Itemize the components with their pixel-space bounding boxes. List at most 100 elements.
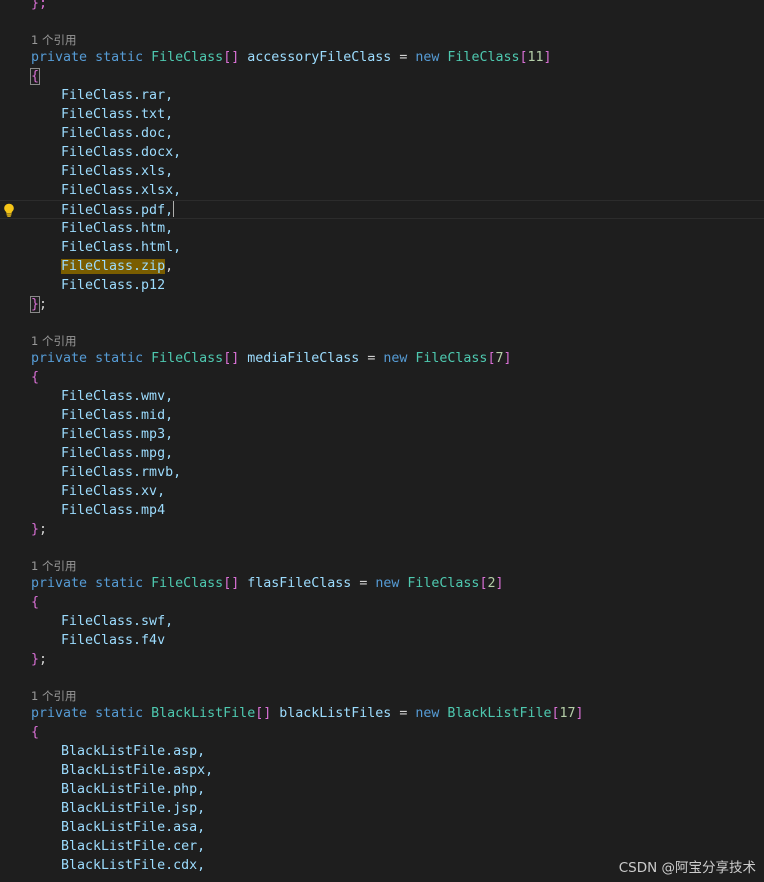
references-codelens[interactable]: 1 个引用 (31, 688, 76, 704)
enum-item: FileClass.f4v (61, 633, 166, 648)
references-codelens[interactable]: 1 个引用 (31, 32, 76, 48)
lightbulb-icon[interactable] (3, 203, 15, 217)
type-name: FileClass (151, 50, 224, 65)
open-brace: { (31, 725, 40, 740)
item-line[interactable]: BlackListFile.jsp, (0, 799, 764, 818)
open-brace-line[interactable]: { (0, 593, 764, 612)
item-line[interactable]: BlackListFile.cer, (0, 837, 764, 856)
enum-item: FileClass.p12 (61, 278, 166, 293)
close-brace: } (31, 522, 40, 537)
item-line[interactable]: BlackListFile.php, (0, 780, 764, 799)
item-line[interactable]: BlackListFile.aspx, (0, 761, 764, 780)
type-name: FileClass (447, 50, 520, 65)
item-line[interactable]: FileClass.p12 (0, 276, 764, 295)
comma: , (165, 259, 174, 274)
enum-item: FileClass.xv, (61, 484, 166, 499)
enum-item: FileClass.html, (61, 240, 182, 255)
enum-item: FileClass.doc, (61, 126, 174, 141)
item-line[interactable]: FileClass.f4v (0, 631, 764, 650)
item-line[interactable]: FileClass.swf, (0, 612, 764, 631)
close-brace-line[interactable]: }; (0, 295, 764, 314)
enum-item: BlackListFile.jsp, (61, 801, 206, 816)
type-name: FileClass (407, 576, 480, 591)
enum-item: FileClass.rar, (61, 88, 174, 103)
type-name: BlackListFile (151, 706, 256, 721)
open-brace: { (31, 370, 40, 385)
item-line[interactable]: FileClass.mp3, (0, 425, 764, 444)
references-codelens[interactable]: 1 个引用 (31, 558, 76, 574)
array-size: 17 (559, 706, 576, 721)
item-line[interactable]: FileClass.xls, (0, 162, 764, 181)
enum-item: FileClass.mid, (61, 408, 174, 423)
item-line[interactable]: BlackListFile.asp, (0, 742, 764, 761)
code-editor[interactable]: }; 1 个引用 private static FileClass[] acce… (0, 0, 764, 882)
open-brace-line[interactable]: { (0, 67, 764, 86)
find-match-highlight: FileClass.zip (61, 259, 166, 274)
enum-item: BlackListFile.cdx, (61, 858, 206, 873)
keyword-private: private (31, 351, 88, 366)
keyword-static: static (95, 576, 144, 591)
csdn-watermark: CSDN @阿宝分享技术 (618, 860, 756, 876)
field-name: mediaFileClass (247, 351, 360, 366)
enum-item: BlackListFile.cer, (61, 839, 206, 854)
keyword-new: new (415, 50, 440, 65)
keyword-new: new (383, 351, 408, 366)
enum-item: FileClass.mp3, (61, 427, 174, 442)
item-line[interactable]: FileClass.htm, (0, 219, 764, 238)
declaration-line[interactable]: private static FileClass[] accessoryFile… (0, 48, 764, 67)
close-brace: } (31, 652, 40, 667)
enum-item: FileClass.txt, (61, 107, 174, 122)
enum-item: FileClass.wmv, (61, 389, 174, 404)
array-size: 11 (527, 50, 544, 65)
item-line[interactable]: FileClass.xlsx, (0, 181, 764, 200)
keyword-new: new (375, 576, 400, 591)
item-line[interactable]: FileClass.mpg, (0, 444, 764, 463)
declaration-line[interactable]: private static FileClass[] flasFileClass… (0, 574, 764, 593)
text-cursor (173, 201, 175, 217)
current-line[interactable]: FileClass.pdf, (0, 200, 764, 219)
enum-item: FileClass.rmvb, (61, 465, 182, 480)
item-line[interactable]: BlackListFile.asa, (0, 818, 764, 837)
code-line[interactable]: }; (0, 0, 764, 13)
item-line[interactable]: FileClass.docx, (0, 143, 764, 162)
close-brace-line[interactable]: }; (0, 520, 764, 539)
references-codelens[interactable]: 1 个引用 (31, 333, 76, 349)
item-line[interactable]: FileClass.mp4 (0, 501, 764, 520)
keyword-static: static (95, 351, 144, 366)
enum-item: FileClass.mp4 (61, 503, 166, 518)
type-name: FileClass (415, 351, 488, 366)
keyword-private: private (31, 50, 88, 65)
keyword-new: new (415, 706, 440, 721)
item-line[interactable]: FileClass.wmv, (0, 387, 764, 406)
open-brace-line[interactable]: { (0, 368, 764, 387)
open-brace-line[interactable]: { (0, 723, 764, 742)
item-line[interactable]: FileClass.html, (0, 238, 764, 257)
open-brace: { (31, 595, 40, 610)
declaration-line[interactable]: private static BlackListFile[] blackList… (0, 704, 764, 723)
closing-brace: }; (31, 0, 48, 11)
enum-item: FileClass.xlsx, (61, 183, 182, 198)
enum-item: FileClass.swf, (61, 614, 174, 629)
item-line[interactable]: FileClass.zip, (0, 257, 764, 276)
item-line[interactable]: FileClass.rar, (0, 86, 764, 105)
keyword-private: private (31, 576, 88, 591)
type-name: BlackListFile (447, 706, 552, 721)
close-brace-line[interactable]: }; (0, 650, 764, 669)
enum-item: FileClass.mpg, (61, 446, 174, 461)
enum-item: BlackListFile.aspx, (61, 763, 214, 778)
field-name: accessoryFileClass (247, 50, 392, 65)
enum-item: FileClass.docx, (61, 145, 182, 160)
item-line[interactable]: FileClass.mid, (0, 406, 764, 425)
enum-item: FileClass.htm, (61, 221, 174, 236)
enum-item: BlackListFile.php, (61, 782, 206, 797)
type-name: FileClass (151, 576, 224, 591)
declaration-line[interactable]: private static FileClass[] mediaFileClas… (0, 349, 764, 368)
item-line[interactable]: FileClass.rmvb, (0, 463, 764, 482)
enum-item: FileClass.xls, (61, 164, 174, 179)
item-line[interactable]: FileClass.xv, (0, 482, 764, 501)
item-line[interactable]: FileClass.doc, (0, 124, 764, 143)
item-line[interactable]: FileClass.txt, (0, 105, 764, 124)
keyword-static: static (95, 706, 144, 721)
enum-item: BlackListFile.asp, (61, 744, 206, 759)
close-brace: } (29, 296, 41, 313)
